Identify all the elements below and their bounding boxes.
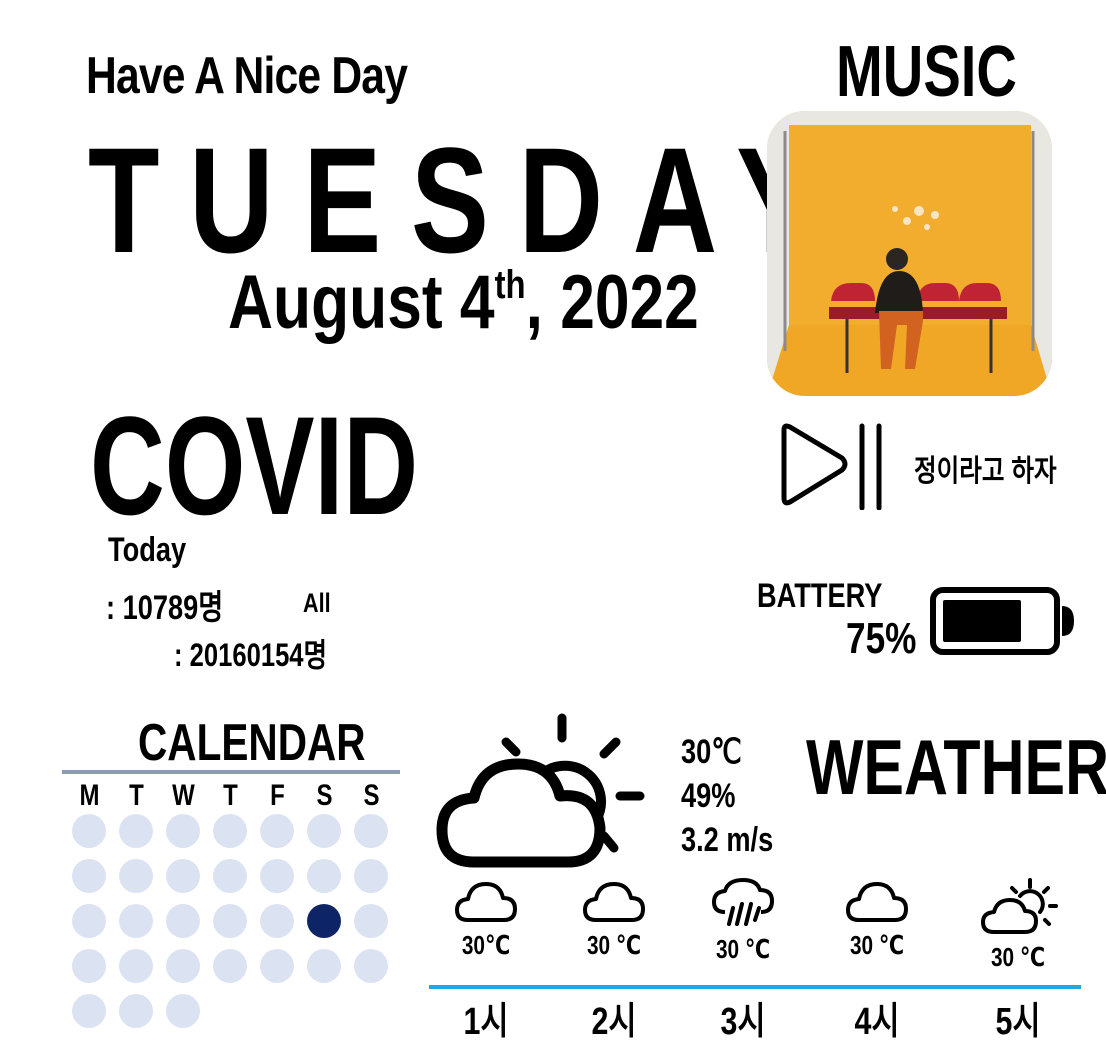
album-art[interactable] — [767, 111, 1052, 396]
cloud-icon — [455, 882, 517, 922]
calendar-day[interactable] — [119, 994, 153, 1028]
battery-icon — [930, 586, 1076, 656]
forecast-temp: 30 ℃ — [586, 930, 642, 960]
calendar-day[interactable] — [307, 814, 341, 848]
forecast-hour: 2시 — [591, 1001, 637, 1043]
weather-temperature: 30℃ — [681, 733, 742, 771]
calendar-day-today[interactable] — [307, 904, 341, 938]
calendar-grid — [72, 814, 402, 1028]
weekday-mon: M — [79, 779, 100, 812]
forecast-item[interactable]: 30℃ — [436, 878, 536, 961]
weekday-thu: T — [223, 779, 238, 812]
forecast-hour: 1시 — [463, 1001, 509, 1043]
calendar-day[interactable] — [354, 949, 388, 983]
calendar-day[interactable] — [260, 814, 294, 848]
calendar-day[interactable] — [119, 859, 153, 893]
calendar-day[interactable] — [354, 904, 388, 938]
calendar-title: CALENDAR — [138, 714, 366, 772]
partly-cloudy-icon — [436, 712, 646, 882]
partly-cloudy-icon — [981, 878, 1058, 934]
battery-level-fill — [943, 600, 1021, 642]
calendar-day[interactable] — [72, 859, 106, 893]
date-ordinal: th — [494, 263, 526, 307]
weather-title: WEATHER — [806, 723, 1106, 811]
weekday-sun: S — [363, 779, 380, 812]
forecast-item[interactable]: 30 ℃ — [827, 878, 927, 961]
calendar-day[interactable] — [307, 949, 341, 983]
weekday-fri: F — [270, 779, 285, 812]
rain-cloud-icon — [712, 878, 774, 926]
album-art-illustration — [767, 111, 1052, 396]
calendar-day[interactable] — [354, 859, 388, 893]
forecast-hour: 4시 — [854, 1001, 900, 1043]
song-title: 정이라고 하자 — [914, 455, 1057, 488]
covid-all-label: All — [303, 588, 331, 618]
weekday-title: TUESDAY — [88, 116, 844, 284]
calendar-day[interactable] — [260, 904, 294, 938]
calendar-day[interactable] — [260, 949, 294, 983]
battery-value: 75% — [846, 614, 917, 663]
calendar-day[interactable] — [166, 949, 200, 983]
calendar-day[interactable] — [354, 814, 388, 848]
covid-today-label: Today — [108, 531, 187, 569]
weekday-tue: T — [129, 779, 144, 812]
forecast-divider — [429, 985, 1081, 989]
forecast-temp: 30 ℃ — [715, 934, 771, 964]
forecast-hour: 5시 — [995, 1001, 1041, 1043]
covid-today-value: : 10789명 — [106, 589, 224, 627]
weekday-wed: W — [172, 779, 195, 812]
calendar-day[interactable] — [260, 859, 294, 893]
forecast-temp: 30 ℃ — [990, 942, 1046, 972]
covid-all-value: : 20160154명 — [174, 637, 328, 673]
battery-label: BATTERY — [757, 577, 883, 615]
weather-humidity: 49% — [681, 777, 736, 815]
calendar-divider — [62, 770, 400, 774]
date-year: , 2022 — [525, 260, 699, 345]
calendar-weekday-header: M T W T F S S — [66, 779, 396, 813]
forecast-item[interactable]: 30 ℃ — [564, 878, 664, 961]
calendar-day[interactable] — [166, 814, 200, 848]
calendar-day[interactable] — [119, 904, 153, 938]
greeting-text: Have A Nice Day — [86, 47, 408, 105]
cloud-icon — [583, 882, 645, 922]
calendar-day[interactable] — [166, 994, 200, 1028]
calendar-day[interactable] — [72, 814, 106, 848]
forecast-item[interactable]: 30 ℃ — [968, 878, 1068, 973]
calendar-day[interactable] — [119, 949, 153, 983]
forecast-hour: 3시 — [720, 1001, 766, 1043]
calendar-day[interactable] — [213, 949, 247, 983]
calendar-day[interactable] — [72, 994, 106, 1028]
forecast-temp: 30 ℃ — [849, 930, 905, 960]
play-pause-icon — [781, 423, 882, 511]
forecast-item[interactable]: 30 ℃ — [693, 878, 793, 965]
date-text: August 4th, 2022 — [228, 265, 699, 341]
weather-wind: 3.2 m/s — [681, 821, 774, 859]
calendar-day[interactable] — [72, 949, 106, 983]
date-month-day: August 4 — [228, 260, 495, 345]
covid-title: COVID — [90, 387, 419, 544]
calendar-day[interactable] — [166, 859, 200, 893]
calendar-day[interactable] — [307, 859, 341, 893]
music-title: MUSIC — [836, 32, 1017, 112]
calendar-day[interactable] — [213, 814, 247, 848]
calendar-day[interactable] — [119, 814, 153, 848]
calendar-day[interactable] — [166, 904, 200, 938]
forecast-temp: 30℃ — [461, 930, 511, 960]
weekday-sat: S — [316, 779, 333, 812]
calendar-day[interactable] — [72, 904, 106, 938]
calendar-day[interactable] — [213, 904, 247, 938]
cloud-icon — [846, 882, 908, 922]
calendar-day[interactable] — [213, 859, 247, 893]
weather-stats: 30℃ 49% 3.2 m/s — [681, 730, 773, 862]
play-pause-button[interactable] — [776, 420, 886, 511]
